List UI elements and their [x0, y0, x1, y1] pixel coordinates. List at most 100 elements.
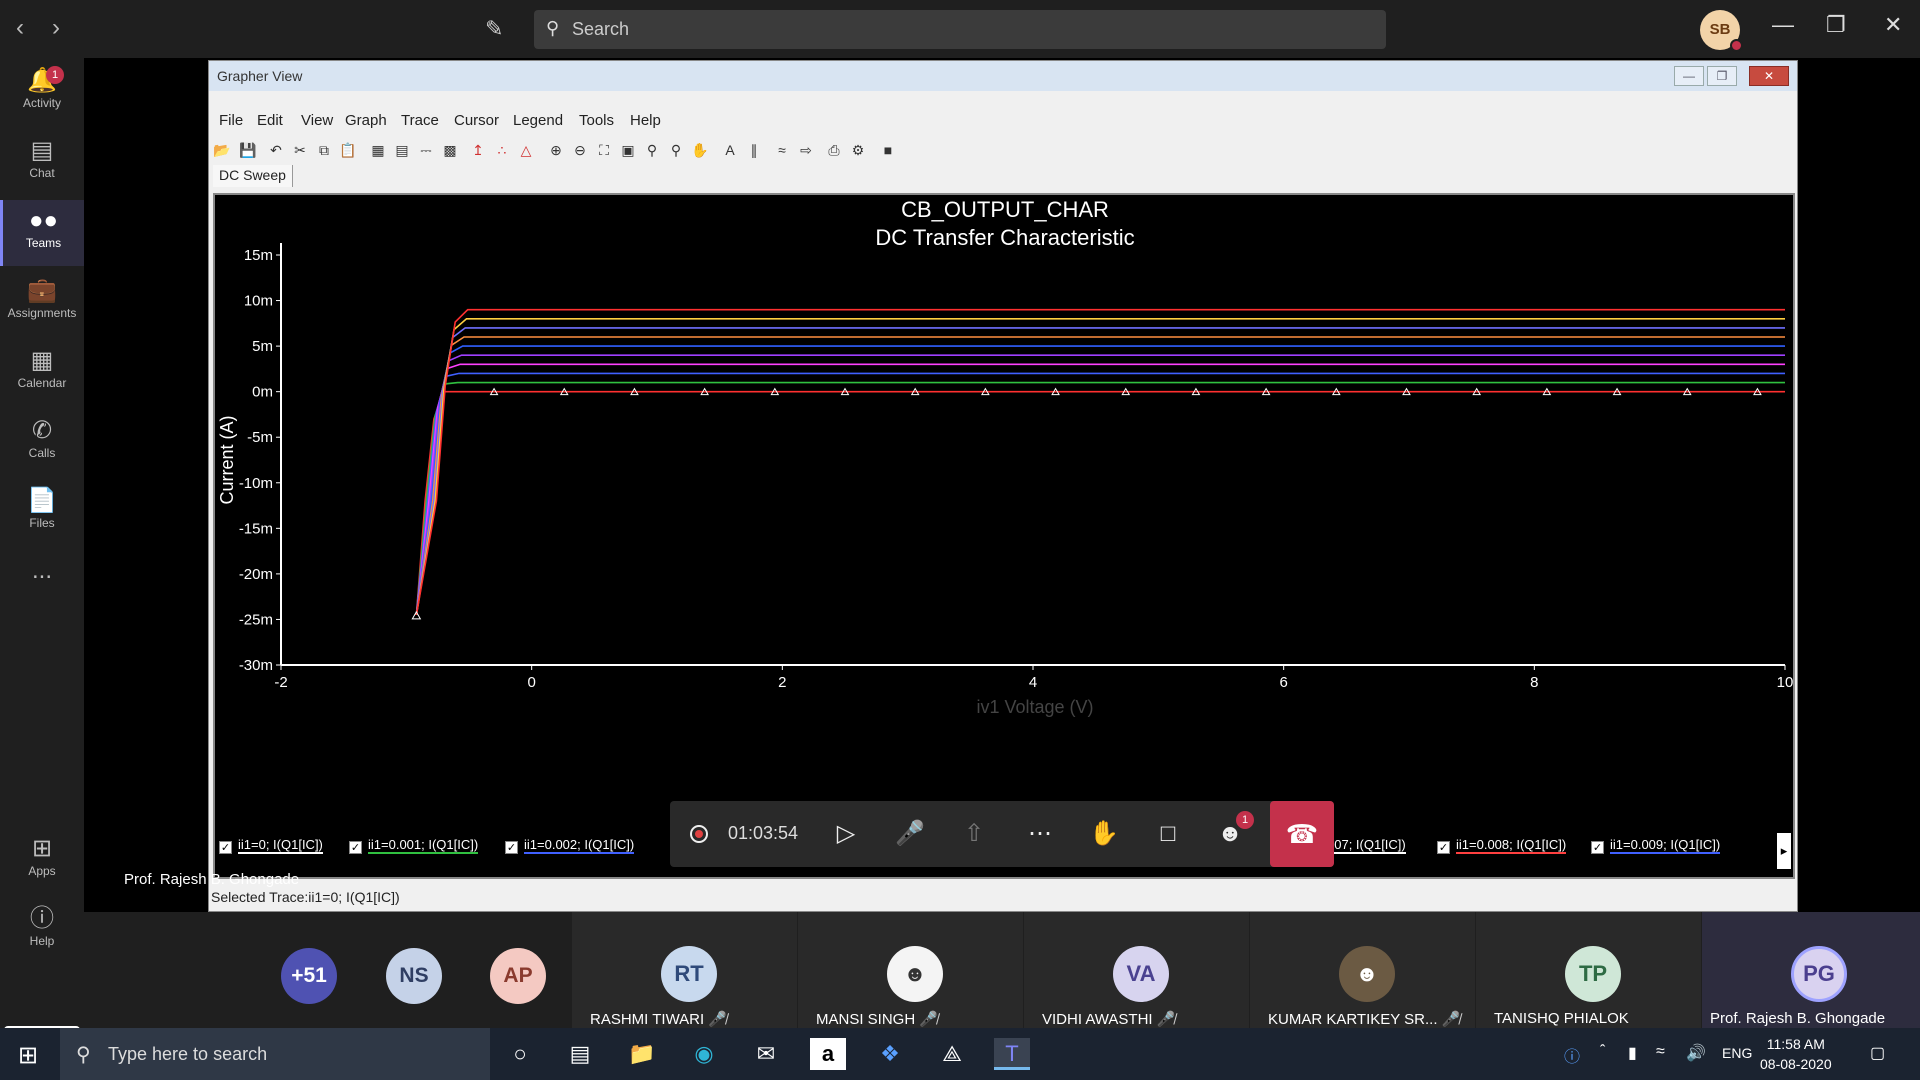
checkbox-icon[interactable]: ✓ — [1437, 841, 1450, 854]
rail-calls[interactable]: ✆ Calls — [0, 410, 84, 476]
zoom-x-icon[interactable]: ⚲ — [641, 140, 663, 160]
task-view-icon[interactable]: ▤ — [562, 1038, 598, 1070]
edge-icon[interactable]: ◉ — [686, 1038, 722, 1070]
wifi-icon[interactable]: ≈ — [1656, 1043, 1665, 1061]
measure-icon[interactable]: ≈ — [771, 140, 793, 160]
forward-icon[interactable]: › — [52, 14, 60, 42]
hang-up-button[interactable]: ☎ — [1270, 801, 1334, 867]
legend-entry[interactable]: ✓ ii1=0; I(Q1[IC]) — [219, 837, 323, 854]
table-icon[interactable]: ▤ — [391, 140, 413, 160]
menu-cursor[interactable]: Cursor — [454, 112, 499, 129]
show-hidden-icons-icon[interactable]: ˆ — [1600, 1043, 1605, 1061]
participant-tile[interactable]: VA VIDHI AWASTHI 🎤̸ — [1024, 912, 1249, 1028]
cortana-icon[interactable]: ○ — [502, 1038, 538, 1070]
export-icon[interactable]: ⇨ — [795, 140, 817, 160]
participant-tile-active[interactable]: PG Prof. Rajesh B. Ghongade — [1702, 912, 1920, 1028]
menu-help[interactable]: Help — [630, 112, 661, 129]
participant-tile[interactable]: ☻ KUMAR KARTIKEY SR... 🎤̸ — [1250, 912, 1475, 1028]
settings-icon[interactable]: ⚙ — [847, 140, 869, 160]
share-screen-icon[interactable]: ⇧ — [954, 815, 994, 853]
back-icon[interactable]: ‹ — [16, 14, 24, 42]
participant-avatar[interactable]: NS — [386, 948, 442, 1004]
participant-tile[interactable]: TP TANISHQ PHIALOK — [1476, 912, 1701, 1028]
rail-calendar[interactable]: ▦ Calendar — [0, 340, 84, 406]
file-explorer-icon[interactable]: 📁 — [624, 1038, 660, 1070]
trace-icon[interactable]: ↥ — [467, 140, 489, 160]
text-icon[interactable]: A — [719, 140, 741, 160]
axis-icon[interactable]: ⎓ — [415, 140, 437, 160]
checkbox-icon[interactable]: ✓ — [1591, 841, 1604, 854]
legend-entry[interactable]: ✓ ii1=0.001; I(Q1[IC]) — [349, 837, 479, 854]
legend-entry[interactable]: ✓ ii1=0.009; I(Q1[IC]) — [1591, 837, 1721, 854]
legend-scroll-icon[interactable]: ▸ — [1777, 833, 1791, 869]
amazon-icon[interactable]: a — [810, 1038, 846, 1070]
peak-icon[interactable]: △ — [515, 140, 537, 160]
zoom-area-icon[interactable]: ▣ — [617, 140, 639, 160]
menu-graph[interactable]: Graph — [345, 112, 387, 129]
open-icon[interactable]: 📂 — [211, 140, 233, 160]
grapher-close-button[interactable]: ✕ — [1749, 66, 1789, 86]
menu-trace[interactable]: Trace — [401, 112, 439, 129]
language-indicator[interactable]: ENG — [1722, 1045, 1752, 1061]
paste-icon[interactable]: 📋 — [337, 140, 359, 160]
legend-entry[interactable]: ✓ ii1=0.008; I(Q1[IC]) — [1437, 837, 1567, 854]
markers-icon[interactable]: ∴ — [491, 140, 513, 160]
cut-icon[interactable]: ✂ — [289, 140, 311, 160]
clock[interactable]: 11:58 AM 08-08-2020 — [1760, 1034, 1832, 1074]
teams-taskbar-icon[interactable]: T — [994, 1038, 1030, 1070]
legend-entry[interactable]: 007; I(Q1[IC]) — [1327, 837, 1406, 854]
print-icon[interactable]: ⎙ — [823, 140, 845, 160]
copy-icon[interactable]: ⧉ — [313, 140, 335, 160]
zoom-y-icon[interactable]: ⚲ — [665, 140, 687, 160]
rail-files[interactable]: 📄 Files — [0, 480, 84, 546]
notifications-icon[interactable]: ▢ — [1870, 1043, 1885, 1063]
undo-icon[interactable]: ↶ — [265, 140, 287, 160]
grapher-maximize-button[interactable]: ❐ — [1707, 66, 1737, 86]
mail-icon[interactable]: ✉ — [748, 1038, 784, 1070]
user-avatar[interactable]: SB — [1700, 10, 1743, 52]
camera-off-icon[interactable]: ▷ — [826, 815, 866, 853]
participant-tile[interactable]: ☻ MANSI SINGH 🎤̸ — [798, 912, 1023, 1028]
save-icon[interactable]: 💾 — [237, 140, 259, 160]
tab-dc-sweep[interactable]: DC Sweep — [213, 165, 293, 187]
volume-icon[interactable]: 🔊 — [1686, 1043, 1706, 1063]
close-icon[interactable]: ✕ — [1884, 12, 1902, 38]
participant-tile[interactable]: RT RASHMI TIWARI 🎤̸ — [572, 912, 797, 1028]
mic-off-icon[interactable]: 🎤 — [890, 815, 930, 853]
rail-help[interactable]: ⓘ Help — [0, 898, 84, 964]
grid-icon[interactable]: ▦ — [367, 140, 389, 160]
participant-avatar[interactable]: AP — [490, 948, 546, 1004]
zoom-fit-icon[interactable]: ⛶ — [593, 140, 615, 160]
chat-icon[interactable]: □ — [1148, 815, 1188, 853]
battery-icon[interactable]: ▮ — [1628, 1043, 1637, 1063]
restore-icon[interactable]: ❐ — [1826, 12, 1846, 38]
menu-edit[interactable]: Edit — [257, 112, 283, 129]
menu-legend[interactable]: Legend — [513, 112, 563, 129]
search-input[interactable]: ⚲ Search — [534, 10, 1386, 49]
app-icon[interactable]: ⟁ — [934, 1038, 970, 1070]
raise-hand-icon[interactable]: ✋ — [1084, 815, 1124, 853]
minimize-icon[interactable]: — — [1772, 12, 1794, 38]
new-chat-icon[interactable]: ✎ — [485, 16, 513, 44]
menu-view[interactable]: View — [301, 112, 333, 129]
cursor-icon[interactable]: ∥ — [743, 140, 765, 160]
overflow-participants[interactable]: +51 — [281, 948, 337, 1004]
help-tray-icon[interactable]: ⓘ — [1564, 1043, 1580, 1067]
taskbar-search-input[interactable]: ⚲ Type here to search — [60, 1028, 490, 1080]
windows-start-icon[interactable]: ⊞ — [18, 1041, 38, 1070]
more-actions-icon[interactable]: ⋯ — [1020, 815, 1060, 853]
zoom-out-icon[interactable]: ⊖ — [569, 140, 591, 160]
grapher-minimize-button[interactable]: — — [1674, 66, 1704, 86]
plot-area[interactable]: CB_OUTPUT_CHAR DC Transfer Characteristic… — [213, 193, 1795, 879]
rail-apps[interactable]: ⊞ Apps — [0, 828, 84, 894]
menu-file[interactable]: File — [219, 112, 243, 129]
overlay-icon[interactable]: ▩ — [439, 140, 461, 160]
stop-icon[interactable]: ■ — [877, 140, 899, 160]
checkbox-icon[interactable]: ✓ — [219, 841, 232, 854]
zoom-in-icon[interactable]: ⊕ — [545, 140, 567, 160]
legend-entry[interactable]: ✓ ii1=0.002; I(Q1[IC]) — [505, 837, 635, 854]
menu-tools[interactable]: Tools — [579, 112, 614, 129]
rail-teams[interactable]: ●● Teams — [0, 200, 84, 266]
checkbox-icon[interactable]: ✓ — [505, 841, 518, 854]
pan-icon[interactable]: ✋ — [689, 140, 711, 160]
